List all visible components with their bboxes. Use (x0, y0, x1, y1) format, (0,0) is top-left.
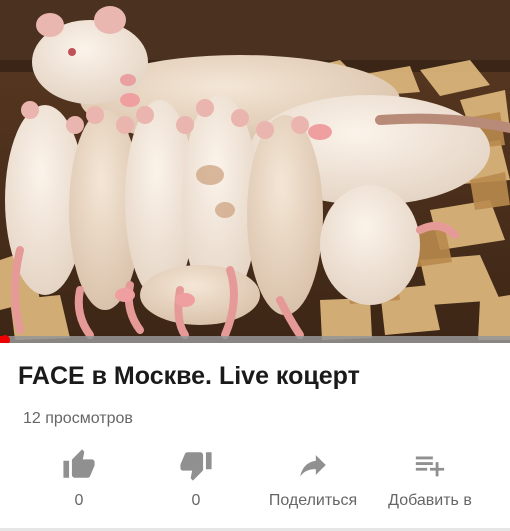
video-player[interactable] (0, 0, 510, 343)
video-title: FACE в Москве. Live коцерт (18, 362, 360, 390)
dislike-count: 0 (191, 492, 201, 509)
add-to-playlist-button[interactable]: Добавить в (370, 446, 490, 510)
action-bar: 0 0 Поделиться Добавить в (0, 446, 510, 516)
like-button[interactable]: 0 (19, 446, 139, 510)
share-button[interactable]: Поделиться (253, 446, 373, 510)
thumbs-down-icon (180, 452, 212, 481)
dislike-button[interactable]: 0 (136, 446, 256, 510)
add-to-playlist-icon (415, 456, 445, 477)
add-to-label: Добавить в (388, 492, 472, 509)
view-count: 12 просмотров (23, 410, 133, 427)
like-count: 0 (74, 492, 84, 509)
scrubber-handle[interactable] (0, 335, 11, 343)
share-icon (300, 455, 326, 477)
video-thumbnail (0, 0, 510, 343)
share-label: Поделиться (268, 492, 358, 509)
video-progress-bar[interactable] (0, 336, 510, 343)
thumbs-up-icon (63, 449, 95, 478)
